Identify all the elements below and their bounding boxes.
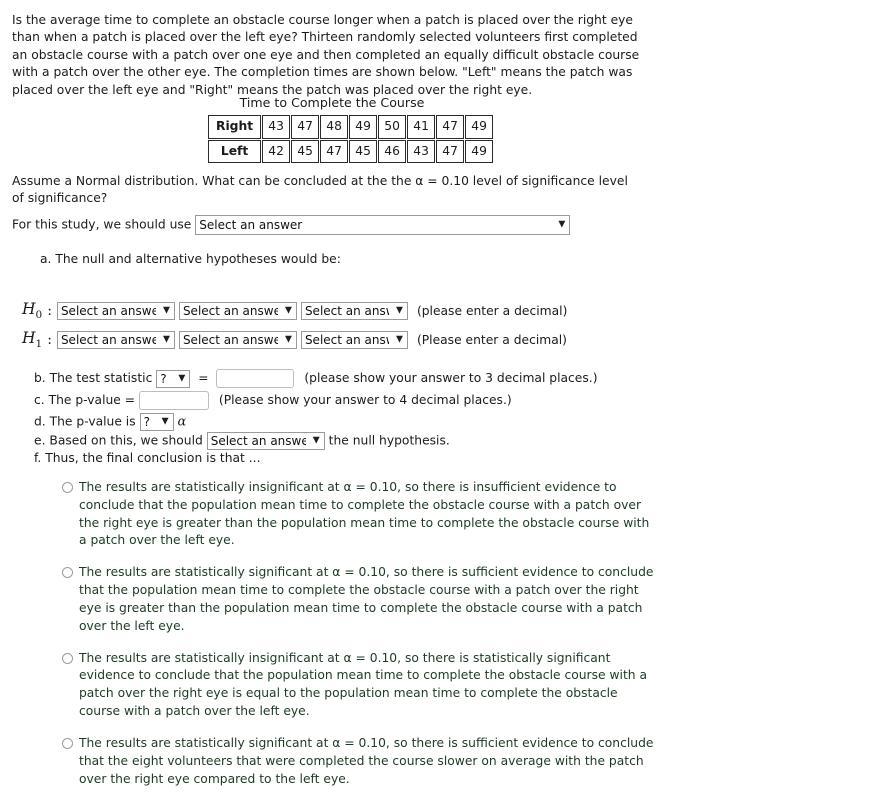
completion-times-table: Right 43 47 48 49 50 41 47 49 Left 42 45… — [207, 114, 494, 164]
p-value-compare-select[interactable]: ? — [139, 413, 174, 431]
h1-decimal-note: (Please enter a decimal) — [416, 332, 567, 347]
table-cell: 41 — [407, 115, 436, 139]
study-select-wrapper[interactable]: Select an answer ▼ — [195, 215, 571, 235]
h0-select-2-wrapper[interactable]: Select an answer ▼ — [178, 302, 297, 320]
conclusion-option-3-label: The results are statistically insignific… — [79, 650, 648, 719]
h0-select-1-wrapper[interactable]: Select an answer ▼ — [56, 302, 175, 320]
question-page: Is the average time to complete an obsta… — [0, 0, 869, 786]
part-e-row: e. Based on this, we should Select an an… — [34, 431, 598, 450]
table-row-label-left: Left — [208, 139, 262, 164]
table-cell: 47 — [320, 139, 349, 164]
part-c-label: c. The p-value = — [34, 393, 136, 407]
h1-select-3-wrapper[interactable]: Select an answer ▼ — [300, 331, 408, 349]
part-c-row: c. The p-value = (Please show your answe… — [34, 391, 598, 410]
test-statistic-select[interactable]: ? — [156, 369, 191, 388]
conclusion-option-1[interactable]: The results are statistically insignific… — [62, 479, 662, 550]
part-f-label: f. Thus, the final conclusion is that ..… — [34, 450, 261, 465]
table-cell: 49 — [465, 139, 494, 164]
test-statistic-equals: = — [198, 371, 209, 385]
study-test-row: For this study, we should use Select an … — [12, 215, 571, 235]
radio-button-icon[interactable] — [62, 482, 73, 493]
h0-colon: : — [47, 302, 52, 319]
h1-select-1-wrapper[interactable]: Select an answer ▼ — [56, 331, 175, 349]
table-cell: 50 — [378, 115, 407, 139]
decision-select-wrapper[interactable]: Select an answer ▼ — [206, 431, 325, 450]
study-prompt-label: For this study, we should use — [12, 217, 192, 232]
conclusion-options-group: The results are statistically insignific… — [62, 479, 662, 802]
part-b-row: b. The test statistic ? ▼ = (please show… — [34, 369, 598, 388]
h1-parameter-select[interactable]: Select an answer — [56, 331, 175, 349]
table-cell: 43 — [262, 115, 291, 139]
part-b-label: b. The test statistic — [34, 371, 153, 385]
table-cell: 43 — [407, 139, 436, 164]
part-e-label-before: e. Based on this, we should — [34, 433, 203, 448]
conclusion-option-1-label: The results are statistically insignific… — [79, 480, 650, 548]
table-cell: 49 — [465, 115, 494, 139]
h0-value-select[interactable]: Select an answer — [300, 302, 408, 320]
conclusion-option-3[interactable]: The results are statistically insignific… — [62, 650, 662, 721]
p-value-input[interactable] — [139, 391, 209, 410]
decision-select[interactable]: Select an answer — [206, 431, 325, 450]
data-table-title: Time to Complete the Course — [239, 95, 425, 110]
h1-value-select[interactable]: Select an answer — [300, 331, 408, 349]
conclusion-option-2[interactable]: The results are statistically significan… — [62, 564, 662, 635]
table-cell: 47 — [436, 115, 465, 139]
h1-colon: : — [47, 331, 52, 348]
p-value-compare-select-wrapper[interactable]: ? ▼ — [139, 413, 174, 431]
h1-symbol: H1 — [22, 329, 43, 351]
data-table-container: Time to Complete the Course Right 43 47 … — [207, 94, 494, 164]
part-d-label: d. The p-value is — [34, 414, 136, 429]
h0-symbol: H0 — [22, 300, 43, 322]
radio-button-icon[interactable] — [62, 737, 73, 749]
h1-operator-select[interactable]: Select an answer — [178, 331, 297, 349]
table-cell: 48 — [320, 115, 349, 139]
h1-select-2-wrapper[interactable]: Select an answer ▼ — [178, 331, 297, 349]
table-row: Left 42 45 47 45 46 43 47 49 — [208, 139, 494, 164]
table-cell: 49 — [349, 115, 378, 139]
part-e-label-after: the null hypothesis. — [328, 433, 450, 448]
alpha-symbol: α — [177, 414, 187, 430]
table-row: Right 43 47 48 49 50 41 47 49 — [208, 115, 494, 139]
test-statistic-select-wrapper[interactable]: ? ▼ — [156, 369, 191, 388]
null-hypothesis-row: H0 : Select an answer ▼ Select an answer… — [22, 299, 567, 323]
hypotheses-block: H0 : Select an answer ▼ Select an answer… — [22, 299, 567, 357]
h0-operator-select[interactable]: Select an answer — [178, 302, 297, 320]
conclusion-option-2-label: The results are statistically significan… — [79, 565, 654, 633]
h0-parameter-select[interactable]: Select an answer — [56, 302, 175, 320]
assume-normal-text: Assume a Normal distribution. What can b… — [12, 174, 628, 206]
table-cell: 45 — [291, 139, 320, 164]
part-a-label: a. The null and alternative hypotheses w… — [40, 252, 341, 266]
table-cell: 42 — [262, 139, 291, 164]
part-b-note: (please show your answer to 3 decimal pl… — [304, 371, 598, 385]
part-d-row: d. The p-value is ? ▼ α — [34, 413, 598, 432]
h0-decimal-note: (please enter a decimal) — [416, 303, 568, 318]
table-cell: 46 — [378, 139, 407, 164]
study-test-select[interactable]: Select an answer — [195, 215, 571, 235]
h0-select-3-wrapper[interactable]: Select an answer ▼ — [300, 302, 408, 320]
alternative-hypothesis-row: H1 : Select an answer ▼ Select an answer… — [22, 328, 567, 352]
part-c-note: (Please show your answer to 4 decimal pl… — [218, 393, 512, 407]
table-cell: 45 — [349, 139, 378, 164]
test-statistic-input[interactable] — [216, 369, 295, 388]
radio-button-icon[interactable] — [62, 567, 73, 579]
table-cell: 47 — [291, 115, 320, 139]
question-intro-text: Is the average time to complete an obsta… — [12, 13, 640, 97]
table-row-label-right: Right — [208, 115, 262, 139]
radio-button-icon[interactable] — [62, 652, 73, 664]
table-cell: 47 — [436, 139, 465, 164]
steps-block: b. The test statistic ? ▼ = (please show… — [34, 369, 598, 467]
